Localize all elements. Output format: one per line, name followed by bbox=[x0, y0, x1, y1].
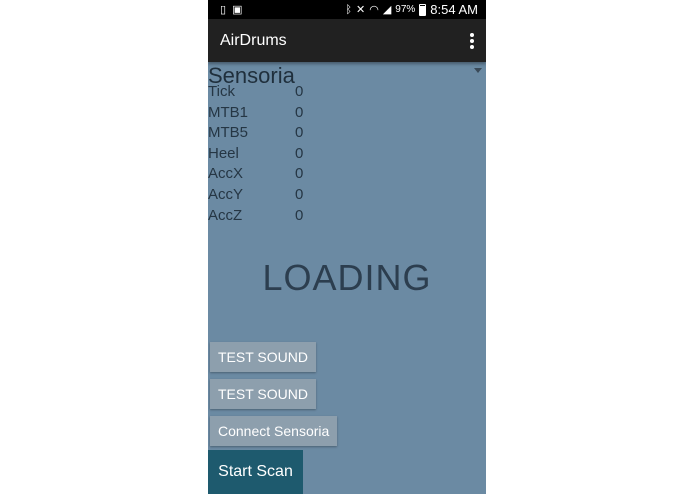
start-scan-button[interactable]: Start Scan bbox=[208, 450, 303, 494]
reading-label: Heel bbox=[208, 144, 239, 162]
loading-text: LOADING bbox=[262, 257, 432, 298]
sensor-readings: Tick 0 MTB1 0 MTB5 0 Heel 0 AccX 0 AccY … bbox=[208, 82, 486, 226]
reading-value: 0 bbox=[295, 83, 304, 100]
test-sound-button-2[interactable]: TEST SOUND bbox=[210, 379, 316, 409]
wifi-icon: ◠ bbox=[369, 3, 379, 16]
dropdown-arrow-icon bbox=[474, 68, 482, 73]
connect-sensoria-button[interactable]: Connect Sensoria bbox=[210, 416, 338, 446]
clock: 8:54 AM bbox=[430, 2, 478, 17]
notification-icon: ▣ bbox=[232, 4, 243, 16]
reading-value: 0 bbox=[295, 144, 304, 162]
reading-label: MTB5 bbox=[208, 124, 249, 142]
reading-label: AccX bbox=[208, 165, 244, 183]
signal-icon: ◢ bbox=[382, 3, 392, 16]
battery-percent: 97% bbox=[395, 3, 416, 15]
reading-label: AccY bbox=[208, 185, 244, 203]
app-title: AirDrums bbox=[220, 32, 287, 49]
reading-row: MTB1 0 bbox=[208, 103, 486, 124]
reading-value: 0 bbox=[295, 103, 304, 121]
phone-icon: ▯ bbox=[220, 4, 227, 16]
reading-row: Tick 0 bbox=[208, 82, 486, 103]
reading-row: AccY 0 bbox=[208, 185, 486, 206]
battery-icon bbox=[419, 3, 427, 16]
reading-value: 0 bbox=[295, 206, 304, 224]
reading-label: MTB1 bbox=[208, 103, 249, 121]
overflow-menu-icon[interactable] bbox=[470, 33, 474, 49]
mute-icon: ✕ bbox=[355, 3, 366, 16]
action-bar: AirDrums bbox=[208, 19, 486, 62]
phone-screen: ▯ ▣ ᛒ ✕ ◠ ◢ 97% 8:54 AM AirDrums Sensori… bbox=[208, 0, 486, 494]
reading-row: Heel 0 bbox=[208, 144, 486, 165]
reading-label: Tick bbox=[208, 83, 235, 100]
reading-value: 0 bbox=[295, 165, 304, 183]
reading-row: AccZ 0 bbox=[208, 206, 486, 227]
reading-value: 0 bbox=[295, 124, 304, 142]
reading-row: AccX 0 bbox=[208, 164, 486, 185]
status-bar: ▯ ▣ ᛒ ✕ ◠ ◢ 97% 8:54 AM bbox=[208, 0, 486, 19]
reading-value: 0 bbox=[295, 185, 304, 203]
bluetooth-icon: ᛒ bbox=[345, 3, 352, 16]
reading-row: MTB5 0 bbox=[208, 123, 486, 144]
reading-label: AccZ bbox=[208, 206, 243, 224]
test-sound-button-1[interactable]: TEST SOUND bbox=[210, 342, 316, 372]
